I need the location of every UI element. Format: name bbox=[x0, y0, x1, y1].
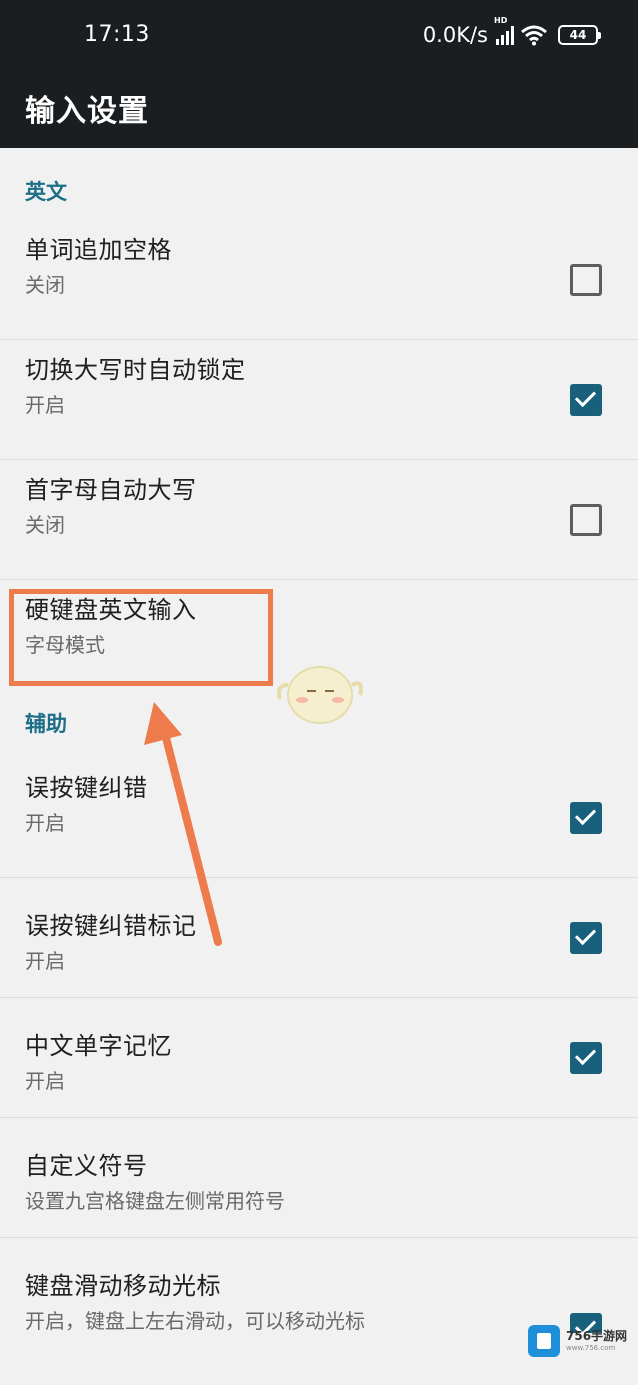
watermark: 756手游网 www.756.com bbox=[528, 1323, 632, 1359]
mascot-sticker-icon bbox=[277, 666, 363, 724]
watermark-name: 756手游网 bbox=[566, 1329, 628, 1343]
watermark-logo-icon bbox=[528, 1325, 560, 1357]
watermark-url: www.756.com bbox=[566, 1344, 616, 1352]
